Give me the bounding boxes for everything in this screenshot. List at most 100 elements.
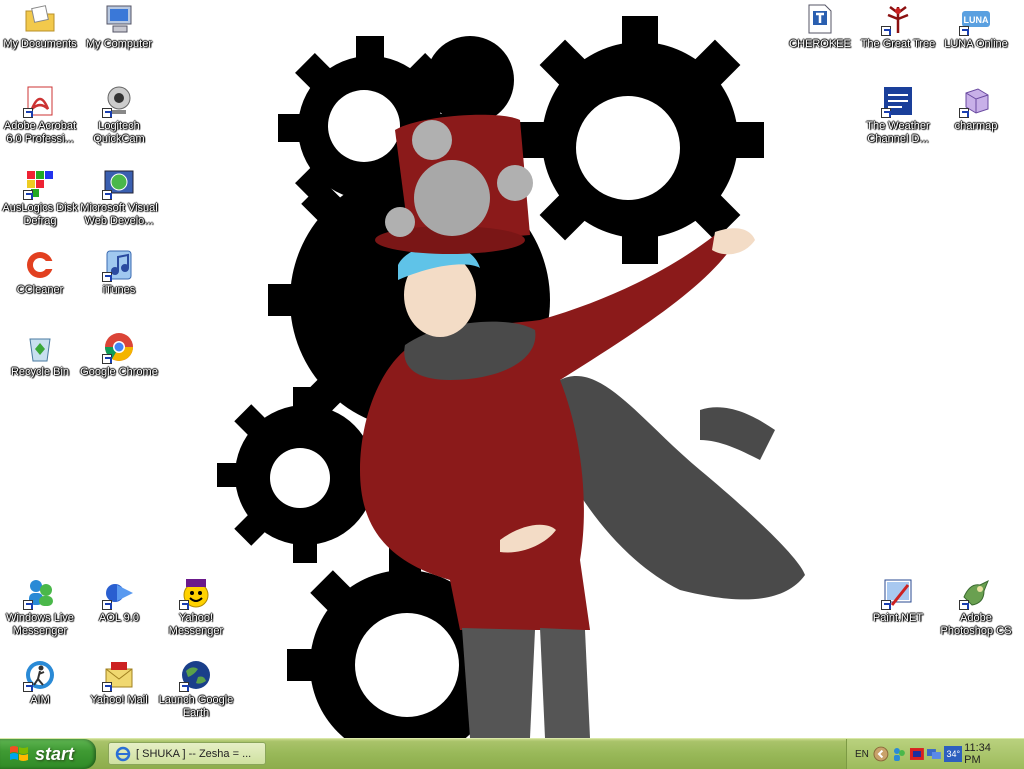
defrag-icon — [23, 166, 57, 200]
desktop-icon-font-file[interactable]: CHEROKEE — [780, 2, 860, 51]
paintnet-icon — [881, 576, 915, 610]
desktop-icon-computer[interactable]: My Computer — [79, 2, 159, 51]
desktop-icon-ccleaner[interactable]: CCleaner — [0, 248, 80, 297]
desktop-icon-aim[interactable]: AIM — [0, 658, 80, 707]
shortcut-arrow-icon — [881, 26, 891, 36]
desktop-icon-label: The Great Tree — [860, 38, 936, 50]
desktop-icon-folder-documents[interactable]: My Documents — [0, 2, 80, 51]
desktop-icon-weather-channel[interactable]: The Weather Channel D... — [858, 84, 938, 146]
desktop-icon-messenger[interactable]: Windows Live Messenger — [0, 576, 80, 638]
desktop-icon-charmap[interactable]: charmap — [936, 84, 1016, 133]
desktop-icon-label: CCleaner — [16, 284, 64, 296]
shortcut-arrow-icon — [23, 600, 33, 610]
desktop-icon-label: Microsoft Visual Web Develo... — [80, 202, 158, 227]
desktop-icon-label: charmap — [954, 120, 998, 132]
folder-documents-icon — [23, 2, 57, 36]
shortcut-arrow-icon — [102, 354, 112, 364]
desktop-icon-label: CHEROKEE — [789, 38, 851, 50]
shortcut-arrow-icon — [959, 108, 969, 118]
ccleaner-icon — [23, 248, 57, 282]
desktop-icon-label: AOL 9.0 — [99, 612, 139, 624]
desktop-icon-label: Paint.NET — [872, 612, 924, 624]
desktop-icon-chrome[interactable]: Google Chrome — [79, 330, 159, 379]
shortcut-arrow-icon — [179, 682, 189, 692]
photoshop-icon — [959, 576, 993, 610]
shortcut-arrow-icon — [959, 26, 969, 36]
desktop-icon-label: Adobe Acrobat 6.0 Professi... — [3, 120, 77, 145]
desktop-icon-yahoo-mail[interactable]: Yahoo! Mail — [79, 658, 159, 707]
google-earth-icon — [179, 658, 213, 692]
shortcut-arrow-icon — [102, 190, 112, 200]
desktop-icon-label: AIM — [30, 694, 50, 706]
itunes-icon — [102, 248, 136, 282]
great-tree-icon — [881, 2, 915, 36]
start-button[interactable]: start — [0, 739, 96, 769]
desktop-icon-label: Yahoo! Mail — [90, 694, 148, 706]
computer-icon — [102, 2, 136, 36]
network-tray-icon[interactable] — [926, 746, 942, 762]
desktop-icon-label: AusLogics Disk Defrag — [2, 202, 78, 227]
weather-channel-icon — [881, 84, 915, 118]
yahoo-mail-icon — [102, 658, 136, 692]
desktop-icon-webcam[interactable]: Logitech QuickCam — [79, 84, 159, 146]
desktop-icon-label: Google Chrome — [80, 366, 158, 378]
desktop-icon-label: Recycle Bin — [10, 366, 70, 378]
desktop-icon-google-earth[interactable]: Launch Google Earth — [156, 658, 236, 720]
taskbar-window-label: [ SHUKA ] -- Zesha = ... — [136, 747, 252, 760]
desktop-icon-paintnet[interactable]: Paint.NET — [858, 576, 938, 625]
taskbar-window-button[interactable]: [ SHUKA ] -- Zesha = ... — [108, 742, 266, 765]
weather-temperature-badge[interactable]: 34° — [944, 746, 963, 762]
shortcut-arrow-icon — [179, 600, 189, 610]
recycle-bin-icon — [23, 330, 57, 364]
taskbar: start [ SHUKA ] -- Zesha = ... EN 34° 11… — [0, 738, 1024, 769]
desktop-icon-aol[interactable]: AOL 9.0 — [79, 576, 159, 625]
desktop-icon-photoshop[interactable]: Adobe Photoshop CS — [936, 576, 1016, 638]
clock[interactable]: 11:34 PM — [964, 742, 1010, 766]
messenger-icon — [23, 576, 57, 610]
security-tray-icon[interactable] — [909, 746, 925, 762]
shortcut-arrow-icon — [881, 108, 891, 118]
font-file-icon — [803, 2, 837, 36]
webcam-icon — [102, 84, 136, 118]
shortcut-arrow-icon — [102, 600, 112, 610]
desktop-icon-label: iTunes — [102, 284, 136, 296]
language-indicator[interactable]: EN — [855, 749, 869, 760]
shortcut-arrow-icon — [881, 600, 891, 610]
desktop-icon-acrobat[interactable]: Adobe Acrobat 6.0 Professi... — [0, 84, 80, 146]
start-label: start — [35, 743, 75, 764]
shortcut-arrow-icon — [102, 272, 112, 282]
chrome-icon — [102, 330, 136, 364]
desktop-icon-label: My Documents — [3, 38, 77, 50]
shortcut-arrow-icon — [23, 108, 33, 118]
desktop-icon-label: The Weather Channel D... — [866, 120, 930, 145]
shortcut-arrow-icon — [959, 600, 969, 610]
desktop-icon-great-tree[interactable]: The Great Tree — [858, 2, 938, 51]
desktop-icon-recycle-bin[interactable]: Recycle Bin — [0, 330, 80, 379]
desktop-icon-itunes[interactable]: iTunes — [79, 248, 159, 297]
acrobat-icon — [23, 84, 57, 118]
desktop-icon-label: Yahoo! Messenger — [168, 612, 224, 637]
shortcut-arrow-icon — [102, 682, 112, 692]
visual-web-icon — [102, 166, 136, 200]
shortcut-arrow-icon — [102, 108, 112, 118]
desktop-icon-label: Windows Live Messenger — [6, 612, 74, 637]
luna-online-icon: LUNA — [959, 2, 993, 36]
aol-icon — [102, 576, 136, 610]
shortcut-arrow-icon — [23, 190, 33, 200]
desktop-icon-visual-web[interactable]: Microsoft Visual Web Develo... — [79, 166, 159, 228]
desktop-icon-label: Launch Google Earth — [158, 694, 234, 719]
aim-icon — [23, 658, 57, 692]
svg-text:LUNA: LUNA — [964, 15, 989, 25]
desktop-icon-luna-online[interactable]: LUNA LUNA Online — [936, 2, 1016, 51]
show-hidden-icons-chevron-icon[interactable] — [873, 746, 889, 762]
messenger-tray-icon[interactable] — [891, 746, 907, 762]
desktop-icon-label: Logitech QuickCam — [93, 120, 145, 145]
desktop-icon-yahoo-messenger[interactable]: Yahoo! Messenger — [156, 576, 236, 638]
ie-icon — [115, 746, 131, 761]
desktop-icon-label: LUNA Online — [944, 38, 1008, 50]
desktop-icon-label: My Computer — [85, 38, 153, 50]
charmap-icon — [959, 84, 993, 118]
yahoo-messenger-icon — [179, 576, 213, 610]
desktop-icon-defrag[interactable]: AusLogics Disk Defrag — [0, 166, 80, 228]
windows-logo-icon — [10, 746, 28, 761]
